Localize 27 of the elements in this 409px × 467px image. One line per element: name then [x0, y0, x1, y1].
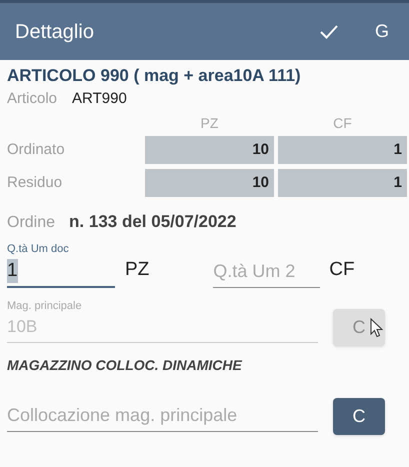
- g-action-button[interactable]: G: [374, 18, 389, 45]
- order-value: n. 133 del 05/07/2022: [69, 211, 236, 233]
- column-header: CF: [332, 115, 353, 131]
- unit-label: CF: [329, 258, 355, 282]
- quantity-cell: 10: [145, 136, 274, 164]
- collocazione-field[interactable]: Collocazione mag. principale: [7, 400, 318, 432]
- article-heading: ARTICOLO 990 ( mag + area10A 111): [7, 65, 302, 87]
- row-label: Ordinato: [7, 140, 66, 160]
- quantity-cell: 10: [145, 169, 274, 197]
- quantity-cell: 1: [278, 136, 407, 164]
- mouse-pointer-icon: [370, 318, 383, 338]
- article-value: ART990: [72, 89, 127, 109]
- order-label: Ordine: [7, 213, 56, 233]
- field-label: Q.tà Um doc: [7, 243, 70, 256]
- app-bar-title: Dettaglio: [15, 20, 95, 44]
- field-label: Mag. principale: [7, 300, 83, 313]
- section-title: MAGAZZINO COLLOC. DINAMICHE: [7, 356, 244, 375]
- quantity-cell: 1: [278, 169, 407, 197]
- unit-label: PZ: [125, 258, 150, 282]
- article-label: Articolo: [7, 89, 58, 109]
- check-icon[interactable]: [318, 24, 339, 40]
- column-header: PZ: [200, 115, 220, 131]
- qty-um2-field[interactable]: Q.tà Um 2: [213, 256, 320, 288]
- qty-doc-field[interactable]: 1: [7, 256, 115, 288]
- row-label: Residuo: [7, 173, 64, 193]
- qty-doc-value: 1: [7, 259, 18, 283]
- c-button[interactable]: C: [333, 398, 385, 435]
